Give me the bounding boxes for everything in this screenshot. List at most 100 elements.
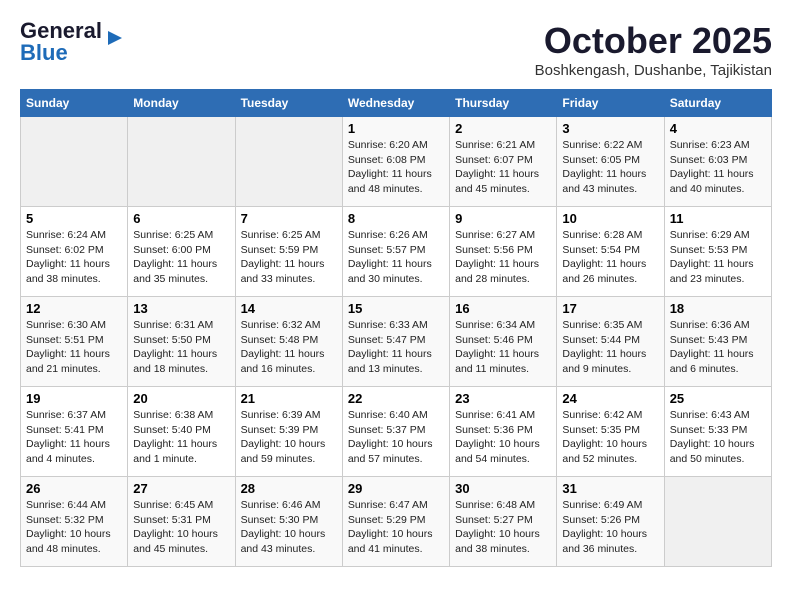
day-info: Sunrise: 6:30 AM Sunset: 5:51 PM Dayligh… [26, 318, 122, 377]
day-info: Sunrise: 6:25 AM Sunset: 5:59 PM Dayligh… [241, 228, 337, 287]
calendar-cell: 27Sunrise: 6:45 AM Sunset: 5:31 PM Dayli… [128, 477, 235, 567]
day-info: Sunrise: 6:44 AM Sunset: 5:32 PM Dayligh… [26, 498, 122, 557]
logo-icon [104, 27, 126, 49]
location: Boshkengash, Dushanbe, Tajikistan [535, 62, 772, 79]
day-info: Sunrise: 6:29 AM Sunset: 5:53 PM Dayligh… [670, 228, 766, 287]
day-number: 26 [26, 481, 122, 496]
day-number: 9 [455, 211, 551, 226]
week-row-3: 12 Sunrise: 6:30 AM Sunset: 5:51 PM Dayli… [21, 297, 772, 387]
day-info: Sunrise: 6:32 AM Sunset: 5:48 PM Dayligh… [241, 318, 337, 377]
day-info: Sunrise: 6:20 AM Sunset: 6:08 PM Dayligh… [348, 138, 444, 197]
calendar-table: SundayMondayTuesdayWednesdayThursdayFrid… [20, 89, 772, 567]
weekday-sunday: Sunday [21, 90, 128, 117]
calendar-cell: 25 Sunrise: 6:43 AM Sunset: 5:33 PM Dayli… [664, 387, 771, 477]
logo-text: GeneralBlue [20, 20, 102, 64]
day-info: Sunrise: 6:46 AM Sunset: 5:30 PM Dayligh… [241, 498, 337, 557]
calendar-cell: 23 Sunrise: 6:41 AM Sunset: 5:36 PM Dayli… [450, 387, 557, 477]
calendar-cell: 17Sunrise: 6:35 AM Sunset: 5:44 PM Dayli… [557, 297, 664, 387]
page-header: GeneralBlue October 2025 Boshkengash, Du… [20, 20, 772, 79]
day-info: Sunrise: 6:23 AM Sunset: 6:03 PM Dayligh… [670, 138, 766, 197]
calendar-cell: 24 Sunrise: 6:42 AM Sunset: 5:35 PM Dayli… [557, 387, 664, 477]
calendar-cell: 7 Sunrise: 6:25 AM Sunset: 5:59 PM Daylig… [235, 207, 342, 297]
weekday-wednesday: Wednesday [342, 90, 449, 117]
day-number: 8 [348, 211, 444, 226]
day-number: 28 [241, 481, 337, 496]
weekday-tuesday: Tuesday [235, 90, 342, 117]
day-number: 12 [26, 301, 122, 316]
day-number: 17 [562, 301, 658, 316]
week-row-2: 5 Sunrise: 6:24 AM Sunset: 6:02 PM Daylig… [21, 207, 772, 297]
day-number: 30 [455, 481, 551, 496]
day-number: 13 [133, 301, 229, 316]
day-info: Sunrise: 6:33 AM Sunset: 5:47 PM Dayligh… [348, 318, 444, 377]
weekday-thursday: Thursday [450, 90, 557, 117]
calendar-cell: 20Sunrise: 6:38 AM Sunset: 5:40 PM Dayli… [128, 387, 235, 477]
calendar-cell: 31Sunrise: 6:49 AM Sunset: 5:26 PM Dayli… [557, 477, 664, 567]
day-number: 11 [670, 211, 766, 226]
calendar-cell: 13 Sunrise: 6:31 AM Sunset: 5:50 PM Dayli… [128, 297, 235, 387]
day-info: Sunrise: 6:41 AM Sunset: 5:36 PM Dayligh… [455, 408, 551, 467]
day-info: Sunrise: 6:34 AM Sunset: 5:46 PM Dayligh… [455, 318, 551, 377]
day-number: 18 [670, 301, 766, 316]
calendar-cell: 18Sunrise: 6:36 AM Sunset: 5:43 PM Dayli… [664, 297, 771, 387]
calendar-cell: 28 Sunrise: 6:46 AM Sunset: 5:30 PM Dayli… [235, 477, 342, 567]
weekday-friday: Friday [557, 90, 664, 117]
calendar-cell: 9 Sunrise: 6:27 AM Sunset: 5:56 PM Daylig… [450, 207, 557, 297]
calendar-cell [664, 477, 771, 567]
calendar-cell [128, 117, 235, 207]
day-number: 5 [26, 211, 122, 226]
calendar-cell: 1 Sunrise: 6:20 AM Sunset: 6:08 PM Daylig… [342, 117, 449, 207]
day-number: 20 [133, 391, 229, 406]
day-number: 24 [562, 391, 658, 406]
calendar-cell: 15Sunrise: 6:33 AM Sunset: 5:47 PM Dayli… [342, 297, 449, 387]
day-number: 27 [133, 481, 229, 496]
calendar-cell: 5 Sunrise: 6:24 AM Sunset: 6:02 PM Daylig… [21, 207, 128, 297]
calendar-cell: 3 Sunrise: 6:22 AM Sunset: 6:05 PM Daylig… [557, 117, 664, 207]
day-number: 10 [562, 211, 658, 226]
calendar-cell: 19Sunrise: 6:37 AM Sunset: 5:41 PM Dayli… [21, 387, 128, 477]
day-info: Sunrise: 6:28 AM Sunset: 5:54 PM Dayligh… [562, 228, 658, 287]
day-info: Sunrise: 6:48 AM Sunset: 5:27 PM Dayligh… [455, 498, 551, 557]
weekday-saturday: Saturday [664, 90, 771, 117]
day-info: Sunrise: 6:21 AM Sunset: 6:07 PM Dayligh… [455, 138, 551, 197]
calendar-cell: 4Sunrise: 6:23 AM Sunset: 6:03 PM Daylig… [664, 117, 771, 207]
day-number: 21 [241, 391, 337, 406]
week-row-4: 19Sunrise: 6:37 AM Sunset: 5:41 PM Dayli… [21, 387, 772, 477]
day-info: Sunrise: 6:49 AM Sunset: 5:26 PM Dayligh… [562, 498, 658, 557]
calendar-cell: 29Sunrise: 6:47 AM Sunset: 5:29 PM Dayli… [342, 477, 449, 567]
calendar-cell: 16Sunrise: 6:34 AM Sunset: 5:46 PM Dayli… [450, 297, 557, 387]
day-number: 3 [562, 121, 658, 136]
day-info: Sunrise: 6:27 AM Sunset: 5:56 PM Dayligh… [455, 228, 551, 287]
calendar-cell: 30 Sunrise: 6:48 AM Sunset: 5:27 PM Dayli… [450, 477, 557, 567]
calendar-cell [235, 117, 342, 207]
day-info: Sunrise: 6:43 AM Sunset: 5:33 PM Dayligh… [670, 408, 766, 467]
calendar-cell [21, 117, 128, 207]
calendar-cell: 11 Sunrise: 6:29 AM Sunset: 5:53 PM Dayli… [664, 207, 771, 297]
day-info: Sunrise: 6:22 AM Sunset: 6:05 PM Dayligh… [562, 138, 658, 197]
month-title: October 2025 [535, 20, 772, 62]
day-info: Sunrise: 6:39 AM Sunset: 5:39 PM Dayligh… [241, 408, 337, 467]
day-number: 25 [670, 391, 766, 406]
day-info: Sunrise: 6:25 AM Sunset: 6:00 PM Dayligh… [133, 228, 229, 287]
day-info: Sunrise: 6:26 AM Sunset: 5:57 PM Dayligh… [348, 228, 444, 287]
day-number: 22 [348, 391, 444, 406]
weekday-header-row: SundayMondayTuesdayWednesdayThursdayFrid… [21, 90, 772, 117]
day-number: 1 [348, 121, 444, 136]
day-info: Sunrise: 6:42 AM Sunset: 5:35 PM Dayligh… [562, 408, 658, 467]
calendar-cell: 14Sunrise: 6:32 AM Sunset: 5:48 PM Dayli… [235, 297, 342, 387]
day-number: 7 [241, 211, 337, 226]
calendar-cell: 10 Sunrise: 6:28 AM Sunset: 5:54 PM Dayli… [557, 207, 664, 297]
day-info: Sunrise: 6:40 AM Sunset: 5:37 PM Dayligh… [348, 408, 444, 467]
day-info: Sunrise: 6:24 AM Sunset: 6:02 PM Dayligh… [26, 228, 122, 287]
calendar-cell: 6Sunrise: 6:25 AM Sunset: 6:00 PM Daylig… [128, 207, 235, 297]
logo: GeneralBlue [20, 20, 126, 64]
day-number: 29 [348, 481, 444, 496]
calendar-body: 1 Sunrise: 6:20 AM Sunset: 6:08 PM Daylig… [21, 117, 772, 567]
calendar-cell: 21 Sunrise: 6:39 AM Sunset: 5:39 PM Dayli… [235, 387, 342, 477]
title-block: October 2025 Boshkengash, Dushanbe, Taji… [535, 20, 772, 79]
day-number: 19 [26, 391, 122, 406]
calendar-cell: 8 Sunrise: 6:26 AM Sunset: 5:57 PM Daylig… [342, 207, 449, 297]
day-info: Sunrise: 6:31 AM Sunset: 5:50 PM Dayligh… [133, 318, 229, 377]
day-number: 23 [455, 391, 551, 406]
calendar-cell: 26 Sunrise: 6:44 AM Sunset: 5:32 PM Dayli… [21, 477, 128, 567]
